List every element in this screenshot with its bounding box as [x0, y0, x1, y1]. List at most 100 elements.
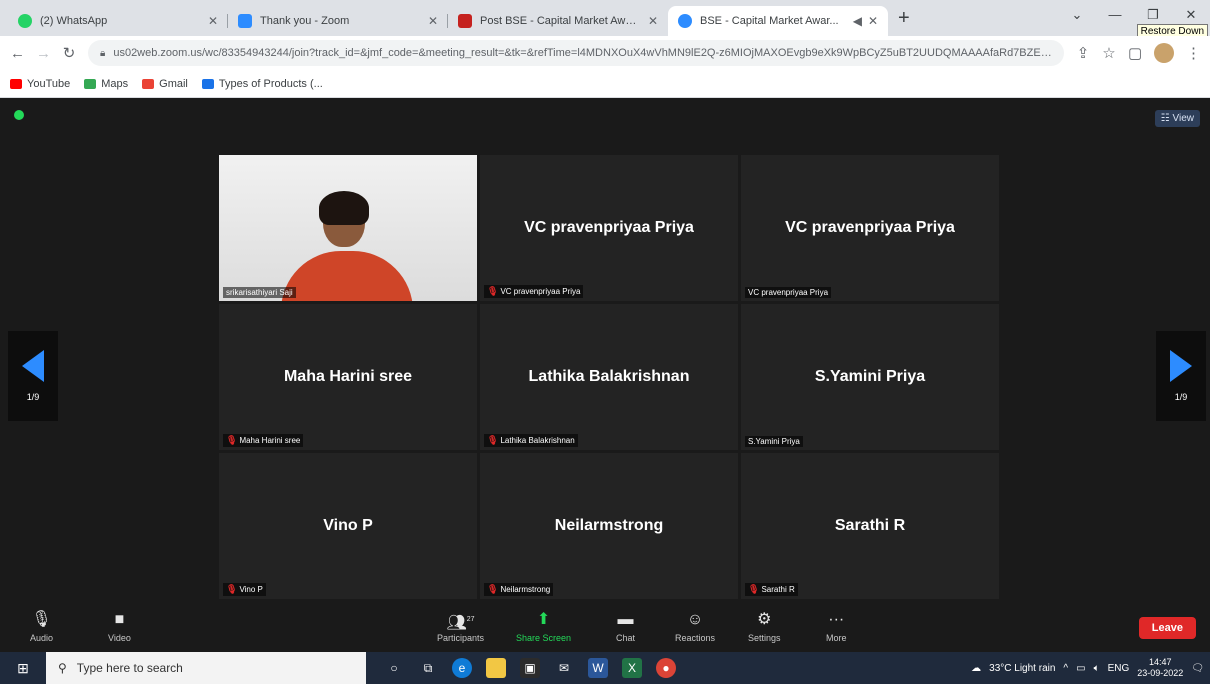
- participant-tile-video[interactable]: srikarisathiyari Saji: [219, 155, 477, 301]
- lock-icon[interactable]: 🔒︎: [100, 48, 105, 59]
- close-tab-icon[interactable]: ✕: [648, 14, 658, 28]
- notification-icon[interactable]: 🗨︎: [1191, 663, 1204, 674]
- bookmarks-bar: YouTube Maps Gmail Types of Products (..…: [0, 70, 1210, 98]
- bookmark-youtube[interactable]: YouTube: [10, 78, 70, 90]
- zoom-icon: [678, 14, 692, 28]
- bookmark-gmail[interactable]: Gmail: [142, 78, 188, 90]
- participant-tile[interactable]: Maha Harini sree 🎙︎ Maha Harini sree: [219, 304, 477, 450]
- forward-button[interactable]: →: [36, 45, 51, 62]
- view-button[interactable]: ☷ View: [1154, 110, 1200, 127]
- chrome-icon[interactable]: ●: [656, 658, 676, 678]
- participant-tile[interactable]: Lathika Balakrishnan 🎙︎ Lathika Balakrish…: [480, 304, 738, 450]
- store-icon[interactable]: ▣: [520, 658, 540, 678]
- url-text: us02web.zoom.us/wc/83354943244/join?trac…: [113, 47, 1052, 59]
- time: 14:47: [1149, 657, 1172, 667]
- tab-whatsapp[interactable]: (2) WhatsApp ✕: [8, 6, 228, 36]
- search-icon: ⚲: [58, 661, 67, 675]
- bookmark-star-icon[interactable]: ☆: [1102, 44, 1116, 62]
- close-tab-icon[interactable]: ✕: [208, 14, 218, 28]
- share-icon[interactable]: ⇪: [1076, 44, 1090, 62]
- network-icon[interactable]: ▭: [1076, 663, 1085, 674]
- participant-tile[interactable]: S.Yamini Priya S.Yamini Priya: [741, 304, 999, 450]
- leave-button[interactable]: Leave: [1138, 617, 1196, 639]
- chat-button[interactable]: ▬ Chat: [616, 610, 635, 643]
- language-indicator[interactable]: ENG: [1108, 663, 1130, 674]
- share-screen-button[interactable]: ⬆ Share Screen: [516, 610, 571, 643]
- edge-icon[interactable]: e: [452, 658, 472, 678]
- cortana-icon[interactable]: ○: [384, 658, 404, 678]
- participants-label: Participants: [437, 633, 485, 643]
- participant-tile[interactable]: Neilarmstrong 🎙︎ Neilarmstrong: [480, 453, 738, 599]
- participant-tile[interactable]: Vino P 🎙︎ Vino P: [219, 453, 477, 599]
- audio-button[interactable]: 🎙︎ Audio: [30, 610, 53, 643]
- participant-tile[interactable]: Sarathi R 🎙︎ Sarathi R: [741, 453, 999, 599]
- participant-name: Neilarmstrong: [500, 585, 551, 594]
- participant-name-tag: 🎙︎ Lathika Balakrishnan: [484, 434, 578, 447]
- mic-muted-icon: 🎙︎: [226, 435, 238, 445]
- participant-name: Maha Harini sree: [239, 436, 301, 445]
- more-label: More: [826, 633, 847, 643]
- maps-icon: [84, 78, 97, 89]
- previous-page-button[interactable]: 1/9: [8, 331, 58, 421]
- file-explorer-icon[interactable]: [486, 658, 506, 678]
- word-icon[interactable]: W: [588, 658, 608, 678]
- participant-display-name: VC pravenpriyaa Priya: [785, 219, 955, 236]
- task-view-icon[interactable]: ⧉: [418, 658, 438, 678]
- clock[interactable]: 14:47 23-09-2022: [1137, 657, 1183, 679]
- tab-thank-you-zoom[interactable]: Thank you - Zoom ✕: [228, 6, 448, 36]
- date: 23-09-2022: [1137, 668, 1184, 678]
- url-input[interactable]: 🔒︎ us02web.zoom.us/wc/83354943244/join?t…: [88, 40, 1064, 66]
- participants-button[interactable]: 👥︎27 Participants: [437, 610, 484, 643]
- volume-icon[interactable]: 🔈︎: [1094, 663, 1100, 674]
- gear-icon: ⚙: [757, 611, 772, 628]
- participant-display-name: Neilarmstrong: [554, 517, 664, 534]
- next-page-button[interactable]: 1/9: [1156, 331, 1206, 421]
- participant-tile[interactable]: VC pravenpriyaa Priya 🎙︎ VC pravenpriyaa …: [480, 155, 738, 301]
- participant-display-name: Sarathi R: [834, 517, 906, 534]
- participant-name-tag: 🎙︎ Sarathi R: [745, 583, 798, 596]
- mic-muted-icon: 🎙︎: [748, 584, 760, 594]
- reload-button[interactable]: ↻: [62, 44, 76, 62]
- mic-muted-icon: 🎙︎: [487, 286, 499, 296]
- participants-count: 27: [466, 616, 475, 623]
- reactions-button[interactable]: ☺ Reactions: [675, 610, 715, 643]
- close-tab-icon[interactable]: ✕: [868, 14, 878, 28]
- gmail-icon: [458, 14, 472, 28]
- windows-start-icon[interactable]: ⊞: [0, 660, 46, 677]
- settings-button[interactable]: ⚙ Settings: [748, 610, 781, 643]
- weather-text[interactable]: 33°C Light rain: [989, 663, 1055, 674]
- video-button[interactable]: ■ Video: [108, 610, 131, 643]
- chevron-up-icon[interactable]: ^: [1063, 663, 1068, 674]
- mic-muted-icon: 🎙︎: [487, 584, 499, 594]
- taskbar-search-input[interactable]: ⚲ Type here to search: [46, 652, 366, 684]
- participant-display-name: Maha Harini sree: [283, 368, 413, 385]
- participant-tile[interactable]: VC pravenpriyaa Priya VC pravenpriyaa Pr…: [741, 155, 999, 301]
- share-screen-icon: ⬆: [536, 611, 551, 628]
- excel-icon[interactable]: X: [622, 658, 642, 678]
- bookmark-maps[interactable]: Maps: [84, 78, 128, 90]
- weather-icon[interactable]: ☁: [971, 663, 981, 674]
- sidepanel-icon[interactable]: ▢: [1128, 44, 1142, 62]
- participant-display-name: VC pravenpriyaa Priya: [524, 219, 694, 236]
- arrow-left-icon: [22, 350, 44, 382]
- tab-bse-capital-market[interactable]: BSE - Capital Market Awar... ◀ ✕: [668, 6, 888, 36]
- security-shield-icon[interactable]: [14, 110, 24, 120]
- bookmark-types-of-products[interactable]: Types of Products (...: [201, 78, 323, 90]
- more-button[interactable]: ··· More: [826, 610, 847, 643]
- tab-post-bse[interactable]: Post BSE - Capital Market Awar... ✕: [448, 6, 668, 36]
- close-tab-icon[interactable]: ✕: [428, 14, 438, 28]
- speaker-icon: ◀: [852, 14, 862, 28]
- minimize-button[interactable]: —: [1096, 0, 1134, 30]
- tab-search-icon[interactable]: ⌄: [1058, 0, 1096, 30]
- participant-hair: [319, 191, 369, 225]
- audio-label: Audio: [30, 633, 54, 643]
- new-tab-button[interactable]: +: [898, 7, 910, 30]
- mail-icon[interactable]: ✉: [554, 658, 574, 678]
- browser-tab-strip: (2) WhatsApp ✕ Thank you - Zoom ✕ Post B…: [0, 0, 1210, 39]
- page-indicator: 1/9: [26, 392, 40, 402]
- back-button[interactable]: ←: [10, 45, 25, 62]
- tab-title: (2) WhatsApp: [40, 15, 108, 27]
- reactions-icon: ☺: [686, 611, 704, 628]
- menu-icon[interactable]: ⋮: [1186, 44, 1201, 62]
- profile-avatar[interactable]: [1154, 43, 1174, 63]
